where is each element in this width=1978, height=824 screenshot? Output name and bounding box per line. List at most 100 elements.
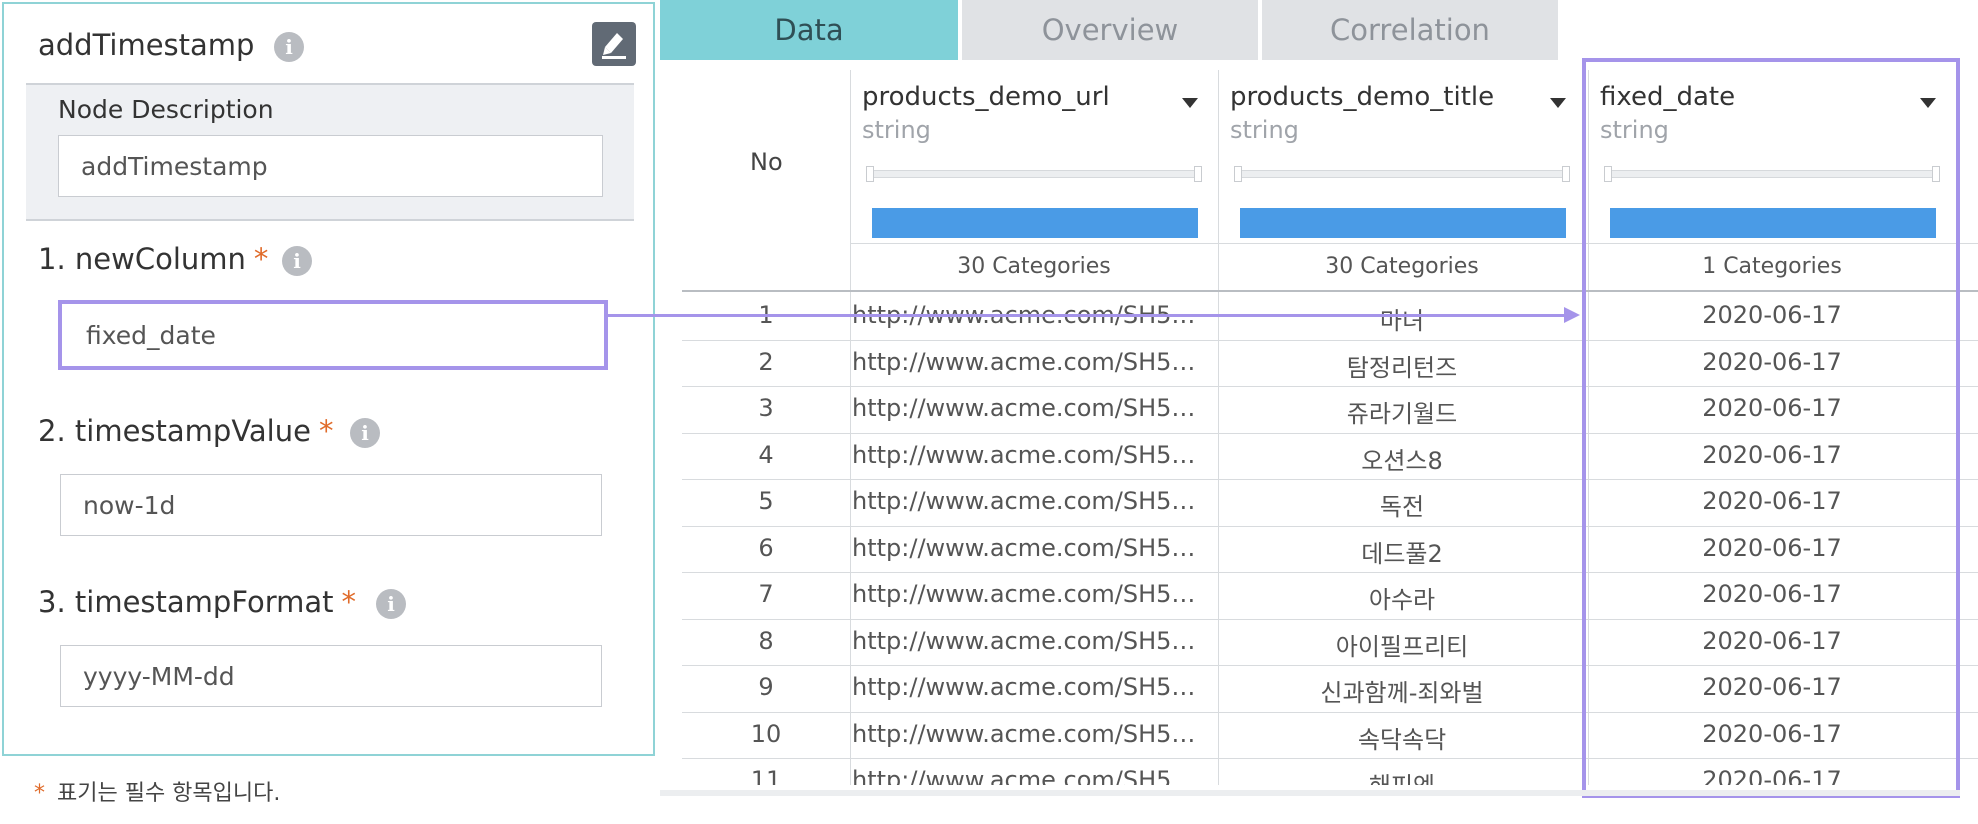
tab-data[interactable]: Data — [660, 0, 958, 60]
required-mark: * — [34, 781, 45, 806]
table-cell-title[interactable]: 아이필프리티 — [1218, 627, 1586, 666]
column-type: string — [862, 116, 931, 144]
table-cell-title[interactable]: 탐정리턴즈 — [1218, 348, 1586, 387]
arrow-head-icon — [1564, 307, 1580, 323]
column-header[interactable]: products_demo_title string — [1230, 82, 1494, 144]
param-label-newcolumn: 1. newColumn * — [38, 242, 268, 276]
param-label-timestampvalue: 2. timestampValue * — [38, 414, 333, 448]
table-cell-title[interactable]: 데드풀2 — [1218, 534, 1586, 573]
info-icon[interactable]: i — [350, 418, 380, 448]
row-divider — [682, 525, 1978, 527]
table-cell-date[interactable]: 2020-06-17 — [1588, 301, 1956, 340]
table-cell-no[interactable]: 10 — [682, 720, 850, 759]
table-cell-url[interactable]: http://www.acme.com/SH5… — [852, 441, 1216, 480]
tab-overview[interactable]: Overview — [962, 0, 1258, 60]
data-grid: No products_demo_url string 30 Categories p… — [660, 60, 1978, 795]
edit-button[interactable] — [592, 22, 636, 66]
row-divider — [682, 572, 1978, 573]
newcolumn-input[interactable] — [58, 300, 608, 370]
table-cell-url[interactable]: http://www.acme.com/SH5… — [852, 348, 1216, 387]
row-divider — [682, 665, 1978, 666]
panel-title: addTimestamp — [38, 28, 255, 62]
column-header[interactable]: products_demo_urlstring — [862, 82, 1110, 144]
param-label-timestampformat: 3. timestampFormat * — [38, 585, 356, 619]
slider-handle[interactable] — [1234, 166, 1242, 182]
table-cell-title[interactable]: 쥬라기월드 — [1218, 394, 1586, 433]
table-cell-date[interactable]: 2020-06-17 — [1588, 348, 1956, 387]
node-description-label: Node Description — [58, 95, 274, 124]
tab-correlation[interactable]: Correlation — [1262, 0, 1558, 60]
category-count: 1 Categories — [1702, 254, 1842, 279]
table-cell-date[interactable]: 2020-06-17 — [1588, 766, 1956, 785]
table-cell-no[interactable]: 5 — [682, 487, 850, 526]
category-count: 30 Categories — [957, 254, 1111, 279]
table-cell-no[interactable]: 7 — [682, 580, 850, 619]
table-cell-no[interactable]: 8 — [682, 627, 850, 666]
table-cell-date[interactable]: 2020-06-17 — [1588, 720, 1956, 759]
range-slider[interactable] — [1604, 170, 1940, 178]
table-cell-url[interactable]: http://www.acme.com/SH5… — [852, 301, 1216, 340]
table-cell-date[interactable]: 2020-06-17 — [1588, 534, 1956, 573]
table-cell-url[interactable]: http://www.acme.com/SH5… — [852, 627, 1216, 666]
range-slider[interactable] — [1234, 170, 1570, 178]
table-cell-no[interactable]: 3 — [682, 394, 850, 433]
row-divider — [682, 339, 1978, 341]
table-cell-no[interactable]: 2 — [682, 348, 850, 387]
table-cell-date[interactable]: 2020-06-17 — [1588, 394, 1956, 433]
info-icon[interactable]: i — [376, 589, 406, 619]
table-cell-url[interactable]: http://www.acme.com/SH5… — [852, 394, 1216, 433]
required-mark: * — [341, 585, 357, 619]
required-mark: * — [253, 242, 269, 276]
row-divider — [682, 432, 1978, 434]
param-label-text: 1. newColumn — [38, 242, 246, 276]
table-cell-title[interactable]: 속닥속닥 — [1218, 720, 1586, 759]
column-name: products_demo_url — [862, 82, 1110, 112]
caret-down-icon[interactable] — [1550, 98, 1566, 108]
table-cell-date[interactable]: 2020-06-17 — [1588, 673, 1956, 712]
node-description-input[interactable] — [58, 135, 603, 197]
table-cell-no[interactable]: 9 — [682, 673, 850, 712]
table-cell-url[interactable]: http://www.acme.com/SH5… — [852, 720, 1216, 759]
table-cell-url[interactable]: http://www.acme.com/SH5… — [852, 766, 1216, 785]
table-cell-date[interactable]: 2020-06-17 — [1588, 441, 1956, 480]
timestampformat-input[interactable] — [60, 645, 602, 707]
info-icon[interactable]: i — [282, 246, 312, 276]
category-bar — [872, 208, 1198, 238]
param-label-text: 2. timestampValue — [38, 414, 311, 448]
column-name: products_demo_title — [1230, 82, 1495, 112]
range-slider[interactable] — [866, 170, 1202, 178]
table-cell-date[interactable]: 2020-06-17 — [1588, 487, 1956, 526]
table-cell-date[interactable]: 2020-06-17 — [1588, 580, 1956, 619]
column-separator — [850, 70, 851, 785]
slider-handle[interactable] — [1194, 166, 1202, 182]
table-cell-title[interactable]: 독전 — [1218, 487, 1586, 526]
table-cell-no[interactable]: 6 — [682, 534, 850, 573]
slider-handle[interactable] — [866, 166, 874, 182]
table-cell-title[interactable]: 신과함께-죄와벌 — [1218, 673, 1586, 712]
table-cell-no[interactable]: 11 — [682, 766, 850, 785]
slider-handle[interactable] — [1932, 166, 1940, 182]
table-cell-url[interactable]: http://www.acme.com/SH5… — [852, 534, 1216, 573]
table-cell-title[interactable]: 아수라 — [1218, 580, 1586, 619]
table-cell-title[interactable]: 마녀 — [1218, 301, 1586, 340]
row-divider — [682, 711, 1978, 713]
required-mark: * — [318, 414, 334, 448]
column-type: string — [1600, 116, 1669, 144]
table-cell-no[interactable]: 1 — [682, 301, 850, 340]
table-cell-date[interactable]: 2020-06-17 — [1588, 627, 1956, 666]
caret-down-icon[interactable] — [1920, 98, 1936, 108]
table-cell-url[interactable]: http://www.acme.com/SH5… — [852, 580, 1216, 619]
mapping-arrow — [604, 314, 1564, 317]
slider-handle[interactable] — [1604, 166, 1612, 182]
table-cell-url[interactable]: http://www.acme.com/SH5… — [852, 673, 1216, 712]
table-cell-no[interactable]: 4 — [682, 441, 850, 480]
caret-down-icon[interactable] — [1182, 98, 1198, 108]
table-cell-title[interactable]: 오션스8 — [1218, 441, 1586, 480]
table-cell-url[interactable]: http://www.acme.com/SH5… — [852, 487, 1216, 526]
horizontal-scrollbar[interactable] — [660, 790, 1960, 796]
timestampvalue-input[interactable] — [60, 474, 602, 536]
slider-handle[interactable] — [1562, 166, 1570, 182]
table-cell-title[interactable]: 해피엔 — [1218, 766, 1586, 785]
info-icon[interactable]: i — [274, 32, 304, 62]
column-header[interactable]: fixed_date string — [1600, 82, 1735, 144]
